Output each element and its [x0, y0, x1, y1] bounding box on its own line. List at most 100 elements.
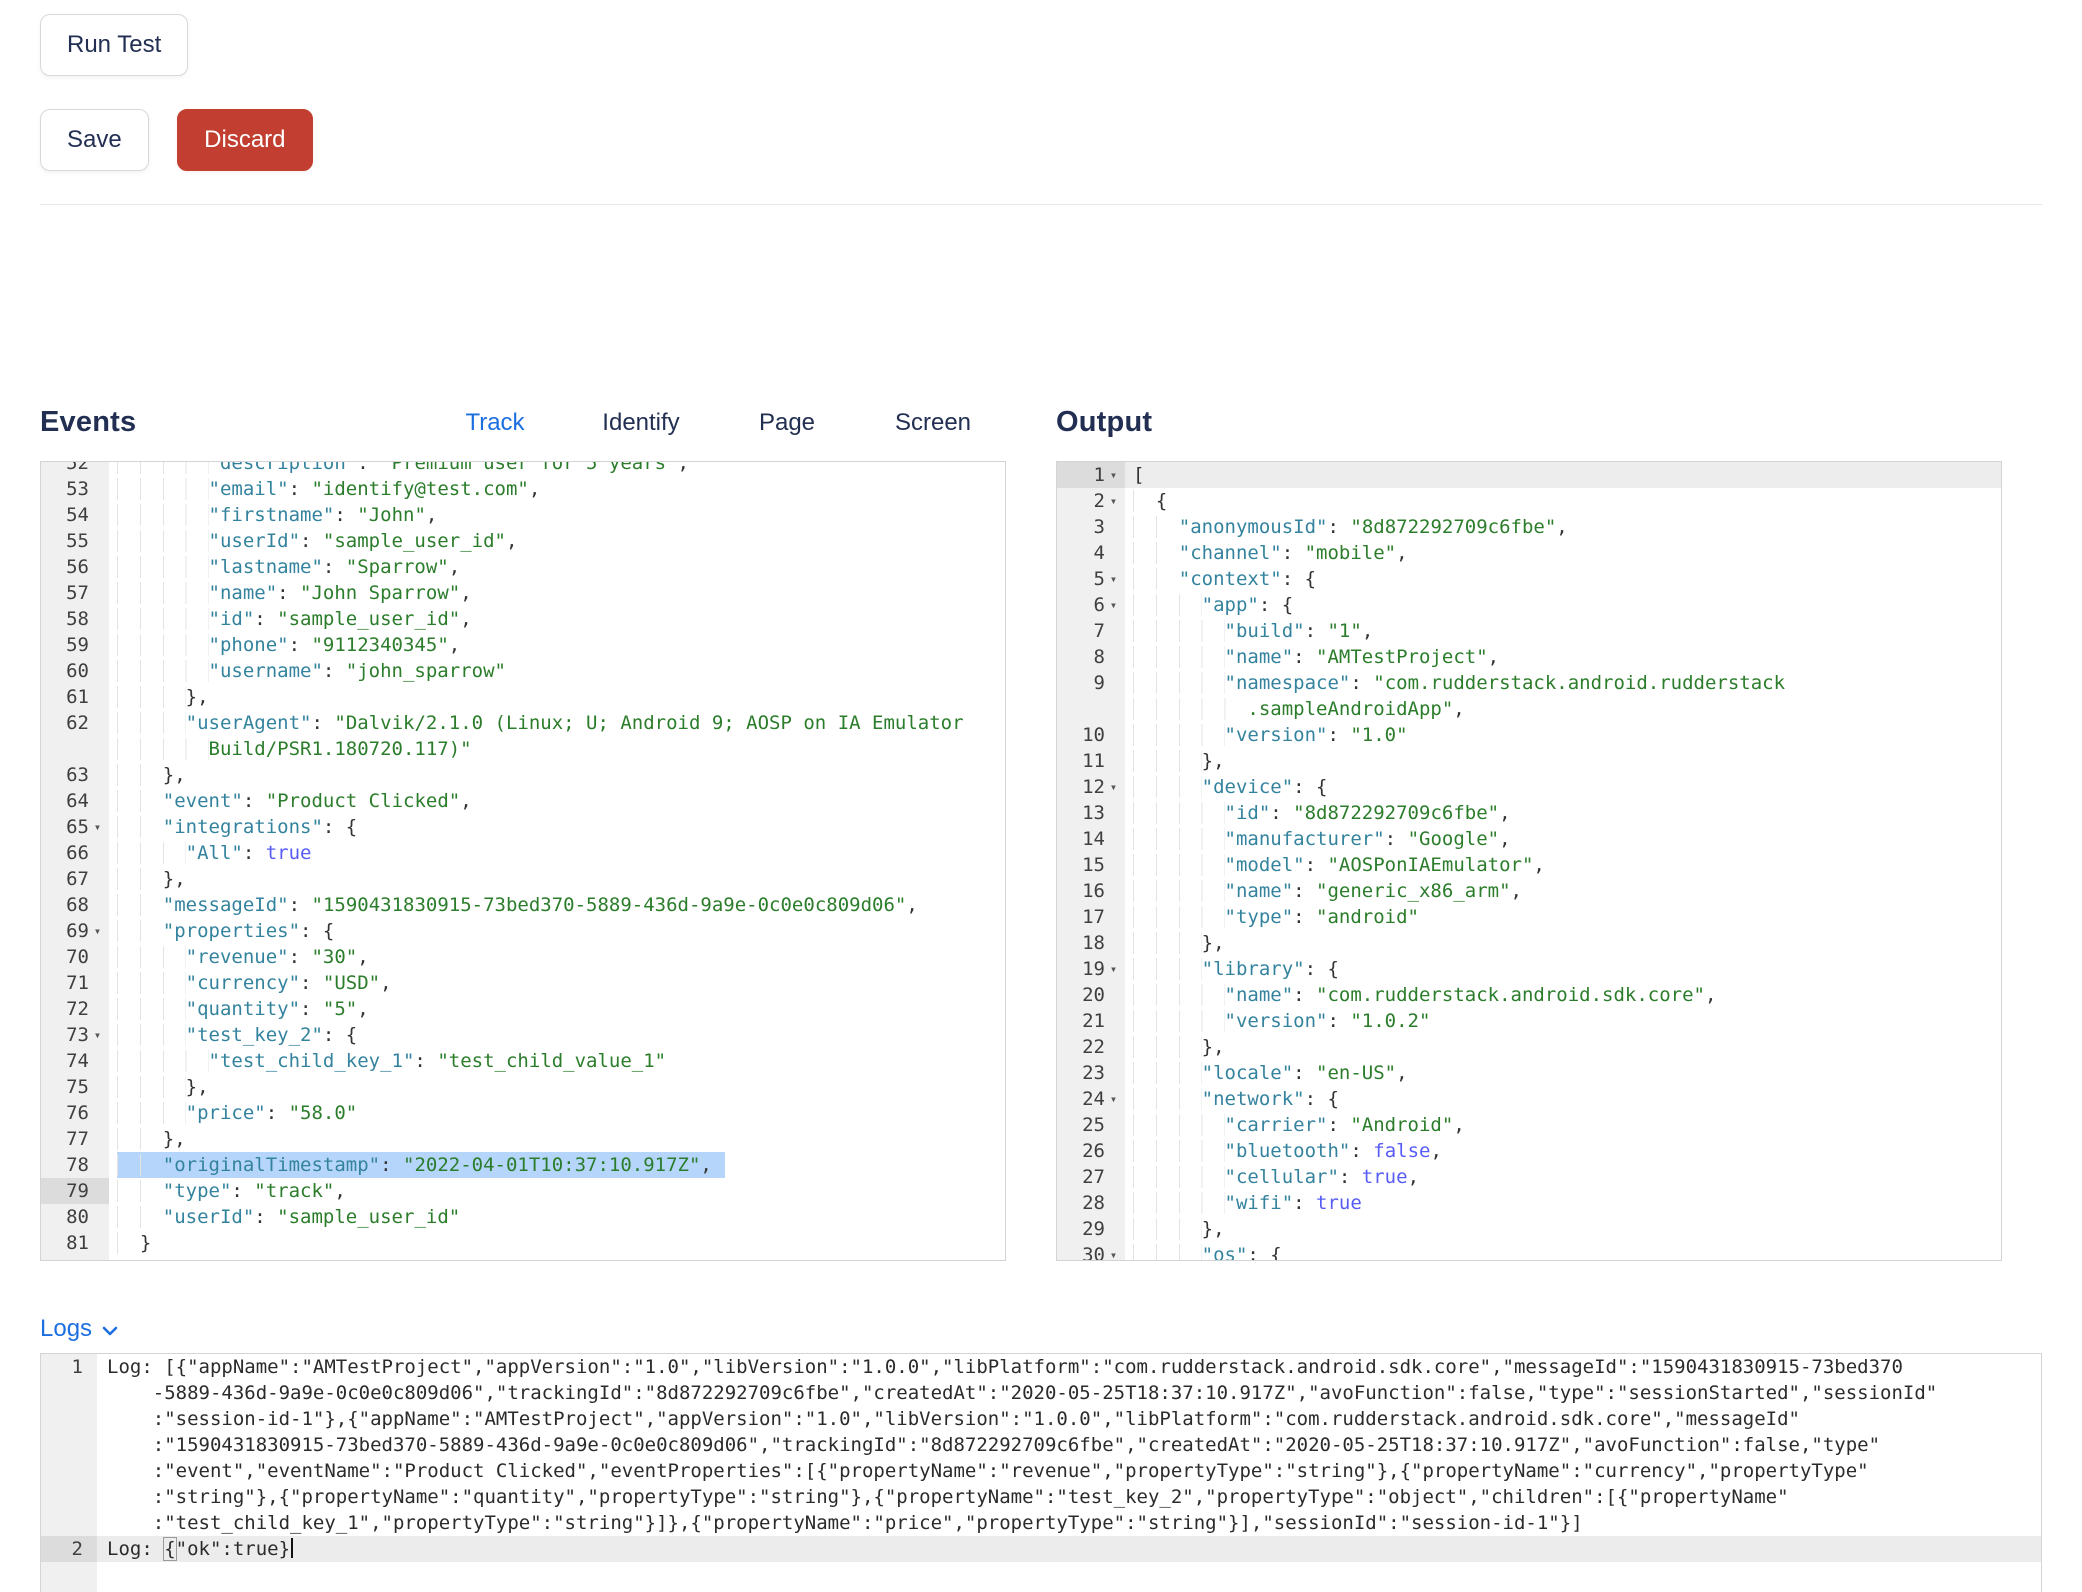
- discard-button[interactable]: Discard: [177, 109, 312, 171]
- code-line[interactable]: 24▾ "network": {: [1057, 1086, 2001, 1112]
- code-line[interactable]: 20 "name": "com.rudderstack.android.sdk.…: [1057, 982, 2001, 1008]
- log-line[interactable]: :"string"},{"propertyName":"quantity","p…: [41, 1484, 2041, 1510]
- fold-arrow-icon[interactable]: ▾: [1105, 774, 1122, 800]
- line-number: 81: [41, 1230, 109, 1256]
- code-line[interactable]: 59 "phone": "9112340345",: [41, 632, 1005, 658]
- code-line[interactable]: 77 },: [41, 1126, 1005, 1152]
- code-line[interactable]: 69▾ "properties": {: [41, 918, 1005, 944]
- code-line[interactable]: 56 "lastname": "Sparrow",: [41, 554, 1005, 580]
- code-line[interactable]: 68 "messageId": "1590431830915-73bed370-…: [41, 892, 1005, 918]
- code-line[interactable]: 4 "channel": "mobile",: [1057, 540, 2001, 566]
- code-line[interactable]: 1▾[: [1057, 462, 2001, 488]
- line-number: 64: [41, 788, 109, 814]
- code-line[interactable]: 21 "version": "1.0.2": [1057, 1008, 2001, 1034]
- code-line[interactable]: 29 },: [1057, 1216, 2001, 1242]
- tab-identify[interactable]: Identify: [568, 409, 714, 437]
- code-line[interactable]: 8 "name": "AMTestProject",: [1057, 644, 2001, 670]
- code-line[interactable]: 82 ]: [41, 1256, 1005, 1261]
- log-line[interactable]: 1Log: [{"appName":"AMTestProject","appVe…: [41, 1354, 2041, 1380]
- code-line[interactable]: 11 },: [1057, 748, 2001, 774]
- code-line[interactable]: 25 "carrier": "Android",: [1057, 1112, 2001, 1138]
- code-line[interactable]: 5▾ "context": {: [1057, 566, 2001, 592]
- line-number: 24▾: [1057, 1086, 1125, 1112]
- line-number: 16: [1057, 878, 1125, 904]
- log-line[interactable]: -5889-436d-9a9e-0c0e0c809d06","trackingI…: [41, 1380, 2041, 1406]
- run-test-button[interactable]: Run Test: [40, 14, 188, 76]
- code-line[interactable]: 72 "quantity": "5",: [41, 996, 1005, 1022]
- fold-arrow-icon[interactable]: ▾: [89, 814, 106, 840]
- code-line[interactable]: 61 },: [41, 684, 1005, 710]
- fold-arrow-icon[interactable]: ▾: [89, 918, 106, 944]
- code-line[interactable]: 3 "anonymousId": "8d872292709c6fbe",: [1057, 514, 2001, 540]
- output-editor[interactable]: 1▾[2▾ {3 "anonymousId": "8d872292709c6fb…: [1056, 461, 2002, 1261]
- code-line[interactable]: 60 "username": "john_sparrow": [41, 658, 1005, 684]
- code-line[interactable]: 2▾ {: [1057, 488, 2001, 514]
- tab-track[interactable]: Track: [422, 409, 568, 437]
- code-line[interactable]: 80 "userId": "sample_user_id": [41, 1204, 1005, 1230]
- code-line[interactable]: 78 "originalTimestamp": "2022-04-01T10:3…: [41, 1152, 1005, 1178]
- code-line[interactable]: 9 "namespace": "com.rudderstack.android.…: [1057, 670, 2001, 722]
- log-line[interactable]: 2Log: {"ok":true}: [41, 1536, 2041, 1562]
- fold-arrow-icon[interactable]: ▾: [89, 1022, 106, 1048]
- code-line[interactable]: 63 },: [41, 762, 1005, 788]
- code-line[interactable]: 28 "wifi": true: [1057, 1190, 2001, 1216]
- code-line[interactable]: 30▾ "os": {: [1057, 1242, 2001, 1261]
- fold-arrow-icon[interactable]: ▾: [1105, 592, 1122, 618]
- code-line[interactable]: 55 "userId": "sample_user_id",: [41, 528, 1005, 554]
- fold-arrow-icon[interactable]: ▾: [1105, 488, 1122, 514]
- code-line[interactable]: 75 },: [41, 1074, 1005, 1100]
- code-line[interactable]: 73▾ "test_key_2": {: [41, 1022, 1005, 1048]
- logs-header[interactable]: Logs: [40, 1315, 120, 1343]
- code-line[interactable]: 27 "cellular": true,: [1057, 1164, 2001, 1190]
- code-line[interactable]: 62 "userAgent": "Dalvik/2.1.0 (Linux; U;…: [41, 710, 1005, 762]
- code-line[interactable]: 66 "All": true: [41, 840, 1005, 866]
- line-number: 7: [1057, 618, 1125, 644]
- code-line[interactable]: 13 "id": "8d872292709c6fbe",: [1057, 800, 2001, 826]
- code-line[interactable]: 17 "type": "android": [1057, 904, 2001, 930]
- log-line[interactable]: :"session-id-1"},{"appName":"AMTestProje…: [41, 1406, 2041, 1432]
- save-button[interactable]: Save: [40, 109, 149, 171]
- logs-editor[interactable]: 1Log: [{"appName":"AMTestProject","appVe…: [40, 1353, 2042, 1592]
- code-line[interactable]: 71 "currency": "USD",: [41, 970, 1005, 996]
- line-number: 63: [41, 762, 109, 788]
- code-line[interactable]: 16 "name": "generic_x86_arm",: [1057, 878, 2001, 904]
- code-line[interactable]: 12▾ "device": {: [1057, 774, 2001, 800]
- events-editor[interactable]: 52 "description": "Premium user for 5 ye…: [40, 461, 1006, 1261]
- code-line[interactable]: 81 }: [41, 1230, 1005, 1256]
- code-line[interactable]: 6▾ "app": {: [1057, 592, 2001, 618]
- fold-arrow-icon[interactable]: ▾: [1105, 956, 1122, 982]
- code-line[interactable]: 54 "firstname": "John",: [41, 502, 1005, 528]
- tab-page[interactable]: Page: [714, 409, 860, 437]
- code-line[interactable]: 65▾ "integrations": {: [41, 814, 1005, 840]
- log-line[interactable]: :"test_child_key_1","propertyType":"stri…: [41, 1510, 2041, 1536]
- code-line[interactable]: 79 "type": "track",: [41, 1178, 1005, 1204]
- code-line[interactable]: 23 "locale": "en-US",: [1057, 1060, 2001, 1086]
- code-line[interactable]: 58 "id": "sample_user_id",: [41, 606, 1005, 632]
- code-line[interactable]: 22 },: [1057, 1034, 2001, 1060]
- code-line[interactable]: 52 "description": "Premium user for 5 ye…: [41, 461, 1005, 476]
- code-line[interactable]: 14 "manufacturer": "Google",: [1057, 826, 2001, 852]
- fold-arrow-icon[interactable]: ▾: [1105, 566, 1122, 592]
- log-line[interactable]: :"1590431830915-73bed370-5889-436d-9a9e-…: [41, 1432, 2041, 1458]
- log-line[interactable]: :"event","eventName":"Product Clicked","…: [41, 1458, 2041, 1484]
- line-number: 66: [41, 840, 109, 866]
- code-line[interactable]: 18 },: [1057, 930, 2001, 956]
- fold-arrow-icon[interactable]: ▾: [1105, 1086, 1122, 1112]
- code-line[interactable]: 67 },: [41, 866, 1005, 892]
- tab-screen[interactable]: Screen: [860, 409, 1006, 437]
- code-line[interactable]: 57 "name": "John Sparrow",: [41, 580, 1005, 606]
- code-line[interactable]: 74 "test_child_key_1": "test_child_value…: [41, 1048, 1005, 1074]
- code-line[interactable]: 70 "revenue": "30",: [41, 944, 1005, 970]
- fold-arrow-icon[interactable]: ▾: [1105, 1242, 1122, 1261]
- fold-arrow-icon[interactable]: ▾: [1105, 462, 1122, 488]
- code-line[interactable]: 53 "email": "identify@test.com",: [41, 476, 1005, 502]
- code-line[interactable]: 7 "build": "1",: [1057, 618, 2001, 644]
- code-line[interactable]: 10 "version": "1.0": [1057, 722, 2001, 748]
- code-line[interactable]: 26 "bluetooth": false,: [1057, 1138, 2001, 1164]
- events-title: Events: [40, 406, 136, 439]
- code-line[interactable]: 19▾ "library": {: [1057, 956, 2001, 982]
- line-number: 1▾: [1057, 462, 1125, 488]
- code-line[interactable]: 64 "event": "Product Clicked",: [41, 788, 1005, 814]
- code-line[interactable]: 15 "model": "AOSPonIAEmulator",: [1057, 852, 2001, 878]
- code-line[interactable]: 76 "price": "58.0": [41, 1100, 1005, 1126]
